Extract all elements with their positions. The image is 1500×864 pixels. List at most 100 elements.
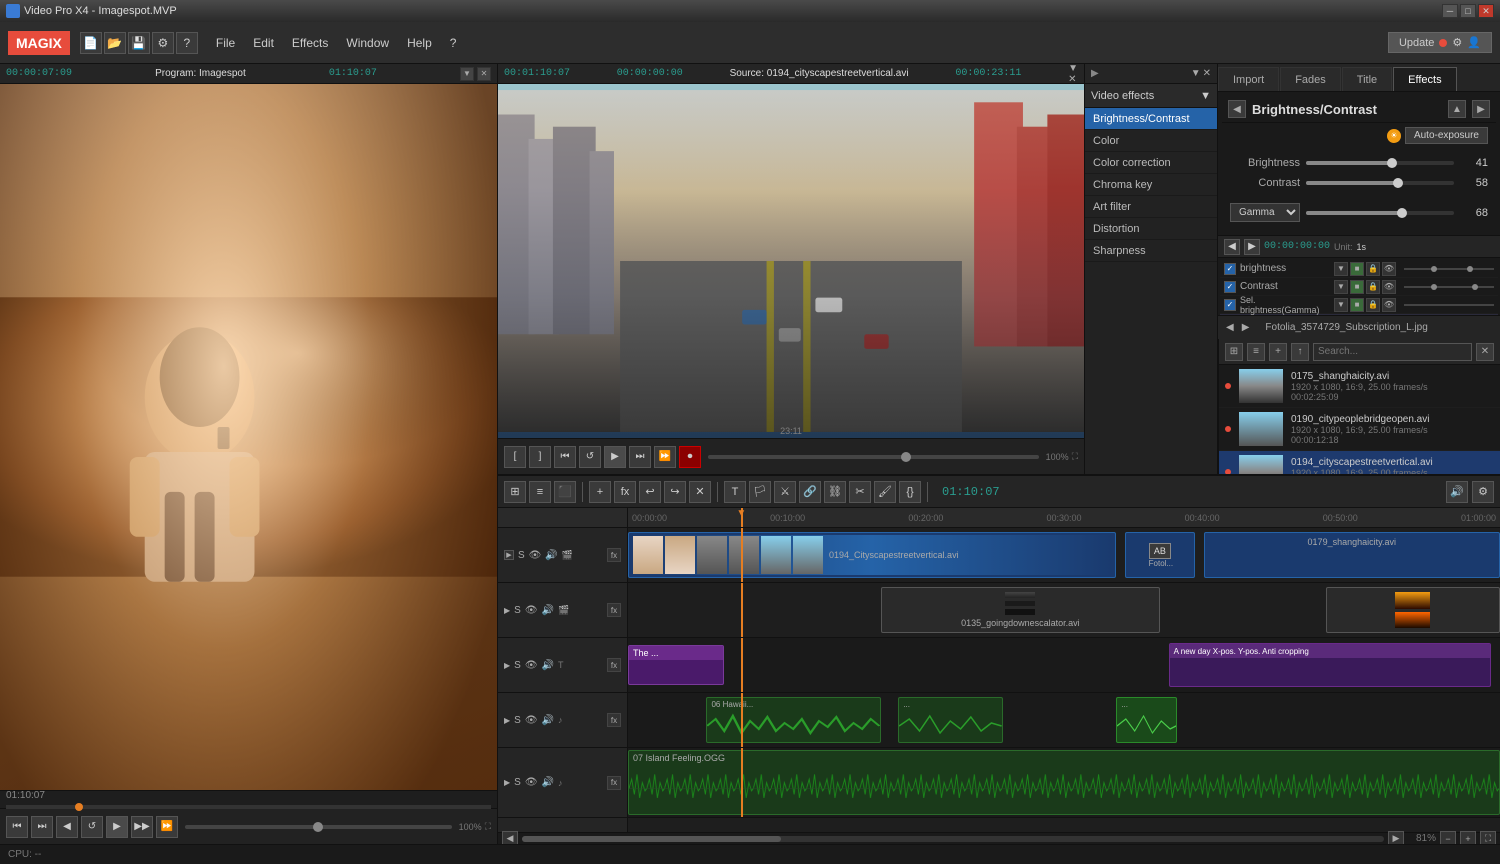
gamma-select[interactable]: Gamma Linear Log [1230, 203, 1300, 222]
track3-eye[interactable]: 👁 [525, 660, 538, 671]
track4-collapse[interactable]: ▶ [504, 716, 510, 725]
track2-eye[interactable]: 👁 [525, 605, 538, 616]
kf-gamma-check[interactable]: ✓ [1224, 299, 1236, 311]
maximize-button[interactable]: □ [1460, 4, 1476, 18]
kf-brightness-options[interactable]: ▼ [1334, 262, 1348, 276]
track1-collapse[interactable]: ▶ [504, 550, 514, 560]
tl-razor[interactable]: ✂ [849, 481, 871, 503]
clip-airportnight[interactable] [1326, 587, 1500, 633]
extra-menu[interactable]: ? [442, 32, 465, 54]
close-button[interactable]: ✕ [1478, 4, 1494, 18]
help-menu[interactable]: Help [399, 32, 440, 54]
track5-eye[interactable]: 👁 [525, 777, 538, 788]
gamma-slider[interactable] [1306, 211, 1454, 215]
scroll-right-btn[interactable]: ▶ [1388, 831, 1404, 845]
tl-extra[interactable]: {} [899, 481, 921, 503]
clip-shanghai[interactable]: 0179_shanghaicity.avi [1204, 532, 1500, 578]
kf-brightness-color[interactable]: ■ [1350, 262, 1364, 276]
effects-close[interactable]: ✕ [1203, 68, 1211, 79]
tl-fx[interactable]: fx [614, 481, 636, 503]
src-next-marker[interactable]: ⏭ [629, 446, 651, 468]
settings-icon[interactable]: ⚙ [152, 32, 174, 54]
tl-storyboard[interactable]: ⬛ [554, 481, 576, 503]
step-forward-button[interactable]: ▶▶ [131, 816, 153, 838]
kf-gamma-lock[interactable]: 🔒 [1366, 298, 1380, 312]
effects-play-preview[interactable]: ▶ [1472, 100, 1490, 118]
kf-next-button[interactable]: ▶ [1244, 239, 1260, 255]
effect-art-filter[interactable]: Art filter [1085, 196, 1217, 218]
step-back-button[interactable]: ◀ [56, 816, 78, 838]
track5-mute[interactable]: S [514, 777, 521, 788]
file-item-2[interactable]: 0190_citypeoplebridgeopen.avi 1920 x 108… [1219, 408, 1500, 451]
track3-collapse[interactable]: ▶ [504, 661, 510, 670]
tl-title[interactable]: 🏳 [749, 481, 771, 503]
kf-brightness-visible[interactable]: 👁 [1382, 262, 1396, 276]
file-search-input[interactable] [1313, 343, 1472, 361]
src-record[interactable]: ⏺ [679, 446, 701, 468]
tl-paint[interactable]: 🖌 [874, 481, 896, 503]
track5-collapse[interactable]: ▶ [504, 778, 510, 787]
zoom-out-btn[interactable]: − [1440, 831, 1456, 845]
left-panel-options[interactable]: ▼ [460, 67, 474, 81]
audio-clip-hawaii2[interactable]: ... [898, 697, 1003, 743]
track3-lock[interactable]: 🔊 [542, 660, 554, 671]
update-button[interactable]: Update ⚙ 👤 [1388, 32, 1492, 53]
track3-fx[interactable]: fx [607, 658, 621, 672]
file-add-btn[interactable]: + [1269, 343, 1287, 361]
src-loop[interactable]: ↺ [579, 446, 601, 468]
tab-effects[interactable]: Effects [1393, 67, 1456, 91]
tl-view-mode[interactable]: ⊞ [504, 481, 526, 503]
contrast-slider[interactable] [1306, 181, 1454, 185]
track5-fx[interactable]: fx [607, 776, 621, 790]
save-button[interactable]: 💾 [128, 32, 150, 54]
track3-mute[interactable]: S [514, 660, 521, 671]
source-progress-bar[interactable]: 23:11 [498, 432, 1084, 438]
audio-clip-hawaii1[interactable]: 06 Hawaii... [706, 697, 880, 743]
new-button[interactable]: 📄 [80, 32, 102, 54]
brightness-slider[interactable] [1306, 161, 1454, 165]
clip-escalator[interactable]: 0135_goingdownescalator.avi [881, 587, 1160, 633]
forward-icon[interactable]: ▶ [1242, 322, 1250, 333]
audio-clip-island[interactable]: 07 Island Feeling.OGG [628, 750, 1500, 815]
tl-text-tool[interactable]: T [724, 481, 746, 503]
minimize-button[interactable]: ─ [1442, 4, 1458, 18]
clip-cityscapestreet[interactable]: 0194_Cityscapestreetvertical.avi [628, 532, 1116, 578]
scroll-left-btn[interactable]: ◀ [502, 831, 518, 845]
tl-add-track[interactable]: + [589, 481, 611, 503]
effect-chroma-key[interactable]: Chroma key [1085, 174, 1217, 196]
kf-contrast-options[interactable]: ▼ [1334, 280, 1348, 294]
file-search-btn[interactable]: ✕ [1476, 343, 1494, 361]
kf-brightness-check[interactable]: ✓ [1224, 263, 1236, 275]
kf-gamma-color[interactable]: ■ [1350, 298, 1364, 312]
kf-contrast-visible[interactable]: 👁 [1382, 280, 1396, 294]
source-options[interactable]: ▼ [1068, 64, 1078, 74]
track1-eye[interactable]: 👁 [529, 550, 542, 561]
track4-eye[interactable]: 👁 [525, 715, 538, 726]
effects-prev[interactable]: ▲ [1448, 100, 1466, 118]
tl-delete[interactable]: ✕ [689, 481, 711, 503]
file-import-btn[interactable]: ↑ [1291, 343, 1309, 361]
src-play[interactable]: ▶ [604, 446, 626, 468]
src-prev[interactable]: ⏮ [554, 446, 576, 468]
tl-undo[interactable]: ↩ [639, 481, 661, 503]
file-view-btn2[interactable]: ≡ [1247, 343, 1265, 361]
kf-contrast-check[interactable]: ✓ [1224, 281, 1236, 293]
play-button[interactable]: ▶ [106, 816, 128, 838]
effects-back-button[interactable]: ◀ [1228, 100, 1246, 118]
src-mark-in[interactable]: [ [504, 446, 526, 468]
file-item-1[interactable]: 0175_shanghaicity.avi 1920 x 1080, 16:9,… [1219, 365, 1500, 408]
clip-text-anewday[interactable]: A new day X-pos. Y-pos. Anti cropping [1169, 643, 1492, 687]
tab-import[interactable]: Import [1218, 67, 1279, 91]
file-view-btn1[interactable]: ⊞ [1225, 343, 1243, 361]
window-menu[interactable]: Window [338, 32, 397, 54]
clip-text-the[interactable]: The ... [628, 645, 724, 685]
kf-gamma-options[interactable]: ▼ [1334, 298, 1348, 312]
effects-menu[interactable]: Effects [284, 32, 336, 54]
tl-volume[interactable]: 🔊 [1446, 481, 1468, 503]
prev-marker-button[interactable]: ⏭ [31, 816, 53, 838]
go-to-start-button[interactable]: ⏮ [6, 816, 28, 838]
open-button[interactable]: 📂 [104, 32, 126, 54]
tl-split[interactable]: ⚔ [774, 481, 796, 503]
track1-fx[interactable]: fx [607, 548, 621, 562]
effects-options[interactable]: ▼ [1191, 68, 1201, 79]
